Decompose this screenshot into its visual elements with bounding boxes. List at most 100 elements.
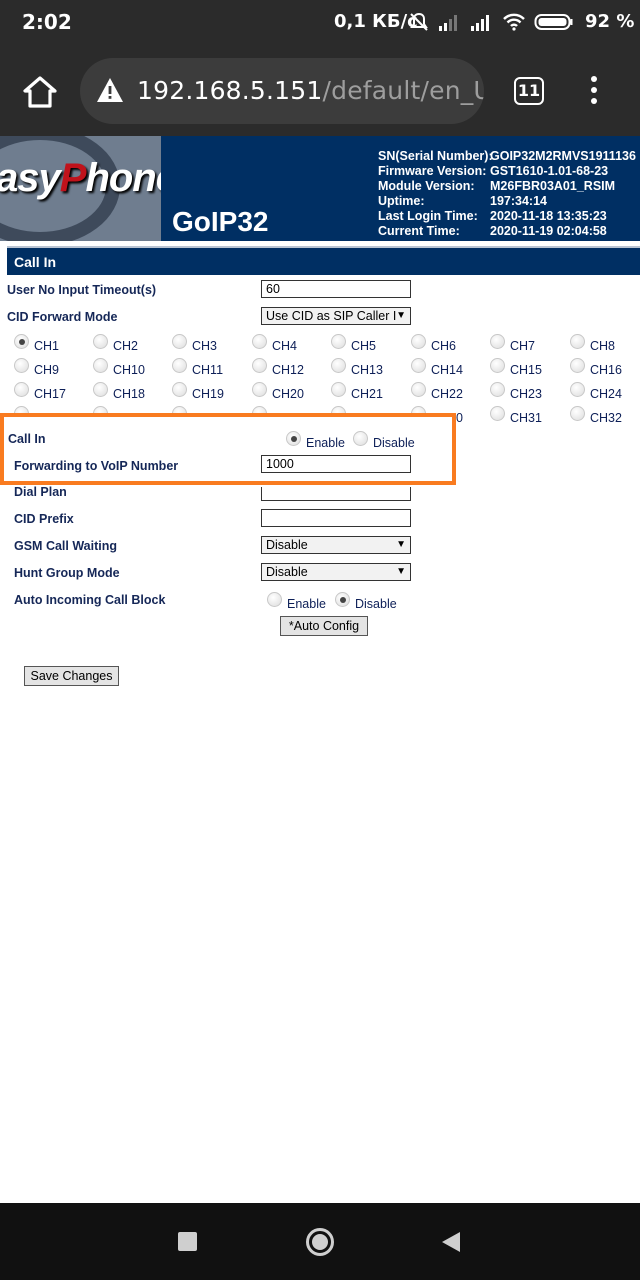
info-row: Firmware Version: GST1610-1.01-68-23 xyxy=(378,164,609,178)
channel-radio[interactable] xyxy=(172,382,187,397)
channel-radio[interactable] xyxy=(490,358,505,373)
channel-label: CH22 xyxy=(431,387,463,401)
android-nav-bar xyxy=(0,1203,640,1280)
dial-plan-label: Dial Plan xyxy=(14,485,67,499)
channel-label: CH31 xyxy=(510,411,542,424)
no-input-timeout-label: User No Input Timeout(s) xyxy=(7,283,157,297)
cid-forward-label: CID Forward Mode xyxy=(7,310,118,324)
battery-icon xyxy=(534,14,573,30)
channel-radio[interactable] xyxy=(14,382,29,397)
cid-prefix-label: CID Prefix xyxy=(14,512,74,526)
channel-radio[interactable] xyxy=(570,406,585,421)
channel-label: CH8 xyxy=(590,339,616,353)
channel-label: CH12 xyxy=(272,363,304,377)
channel-radio[interactable] xyxy=(411,334,426,349)
menu-button[interactable] xyxy=(588,76,600,108)
mute-icon xyxy=(410,12,428,31)
call-in-label: Call In xyxy=(8,432,46,446)
channel-radio[interactable] xyxy=(490,334,505,349)
auto-block-enable-label: Enable xyxy=(287,597,326,611)
channel-label: CH24 xyxy=(590,387,622,401)
channel-label: CH18 xyxy=(113,387,145,401)
channel-label: CH2 xyxy=(113,339,139,353)
channel-label: CH11 xyxy=(192,363,224,377)
channel-radio[interactable] xyxy=(14,334,29,349)
channel-label: CH19 xyxy=(192,387,224,401)
channel-radio[interactable] xyxy=(93,382,108,397)
gsm-call-waiting-label: GSM Call Waiting xyxy=(14,539,118,553)
address-bar[interactable]: 192.168.5.151/default/en_US xyxy=(80,58,484,124)
channel-radio[interactable] xyxy=(570,334,585,349)
status-bar: 2:02 0,1 КБ/с 92 % xyxy=(0,0,640,46)
page-header: asyPhone GoIP32 SN(Serial Number):GOIP32… xyxy=(0,136,640,241)
url-path: /default/en_US xyxy=(322,76,485,105)
call-in-disable-radio[interactable] xyxy=(353,431,368,446)
back-icon[interactable] xyxy=(441,1231,461,1253)
channel-label: CH21 xyxy=(351,387,383,401)
channel-label: CH4 xyxy=(272,339,298,353)
call-in-disable-label: Disable xyxy=(373,436,415,450)
channel-radio[interactable] xyxy=(93,334,108,349)
channel-label: CH3 xyxy=(192,339,218,353)
channel-label: CH10 xyxy=(113,363,145,377)
auto-config-button[interactable]: *Auto Config xyxy=(280,616,368,636)
dropdown-arrow-icon: ▼ xyxy=(396,566,406,577)
cid-forward-select[interactable]: Use CID as SIP Caller I ▼ xyxy=(261,307,411,325)
url-text: 192.168.5.151/default/en_US xyxy=(137,76,484,105)
url-host: 192.168.5.151 xyxy=(137,76,323,105)
hunt-group-select[interactable]: Disable ▼ xyxy=(261,563,411,581)
channel-radio[interactable] xyxy=(93,358,108,373)
channel-label: CH6 xyxy=(431,339,457,353)
call-in-enable-label: Enable xyxy=(306,436,345,450)
call-in-enable-radio[interactable] xyxy=(286,431,301,446)
channel-radio[interactable] xyxy=(411,358,426,373)
channel-radio[interactable] xyxy=(331,334,346,349)
home-nav-icon[interactable] xyxy=(305,1227,335,1257)
channel-label: CH17 xyxy=(34,387,66,401)
channel-radio[interactable] xyxy=(490,382,505,397)
channel-radio[interactable] xyxy=(331,382,346,397)
info-row: Last Login Time: 2020-11-18 13:35:23 xyxy=(378,209,607,223)
channel-label: CH15 xyxy=(510,363,542,377)
channel-radio[interactable] xyxy=(14,358,29,373)
channel-radio[interactable] xyxy=(411,382,426,397)
channel-label: CH5 xyxy=(351,339,377,353)
status-icons xyxy=(408,8,574,36)
signal-icon xyxy=(439,15,457,31)
info-row: Uptime: 197:34:14 xyxy=(378,194,547,208)
channel-radio[interactable] xyxy=(172,334,187,349)
channel-label: CH13 xyxy=(351,363,383,377)
home-icon xyxy=(23,76,57,108)
browser-toolbar: 192.168.5.151/default/en_US 11 xyxy=(0,46,640,136)
auto-block-disable-label: Disable xyxy=(355,597,397,611)
network-speed: 0,1 КБ/с xyxy=(334,11,418,32)
channel-radio[interactable] xyxy=(252,382,267,397)
no-input-timeout-input[interactable]: 60 xyxy=(261,280,411,298)
channel-radio[interactable] xyxy=(252,334,267,349)
info-row: Current Time: 2020-11-19 02:04:58 xyxy=(378,224,607,238)
channel-radio[interactable] xyxy=(490,406,505,421)
channel-radio[interactable] xyxy=(570,382,585,397)
channel-radio[interactable] xyxy=(252,358,267,373)
forwarding-input[interactable]: 1000 xyxy=(261,455,411,473)
tab-switcher-button[interactable]: 11 xyxy=(514,77,544,105)
home-button[interactable] xyxy=(20,74,60,110)
recents-icon[interactable] xyxy=(178,1232,197,1251)
channel-radio[interactable] xyxy=(331,358,346,373)
cid-prefix-input[interactable] xyxy=(261,509,411,527)
auto-block-disable-radio[interactable] xyxy=(335,592,350,607)
dial-plan-input[interactable] xyxy=(261,487,411,501)
signal-icon xyxy=(471,15,489,31)
channel-label: CH1 xyxy=(34,339,60,353)
auto-block-enable-radio[interactable] xyxy=(267,592,282,607)
battery-percent: 92 % xyxy=(585,11,635,32)
channel-label: CH9 xyxy=(34,363,60,377)
forwarding-label: Forwarding to VoIP Number xyxy=(14,459,179,473)
channel-label: CH16 xyxy=(590,363,622,377)
gsm-call-waiting-select[interactable]: Disable ▼ xyxy=(261,536,411,554)
status-time: 2:02 xyxy=(22,10,72,34)
save-changes-button[interactable]: Save Changes xyxy=(24,666,119,686)
dropdown-arrow-icon: ▼ xyxy=(396,539,406,550)
channel-radio[interactable] xyxy=(172,358,187,373)
channel-radio[interactable] xyxy=(570,358,585,373)
